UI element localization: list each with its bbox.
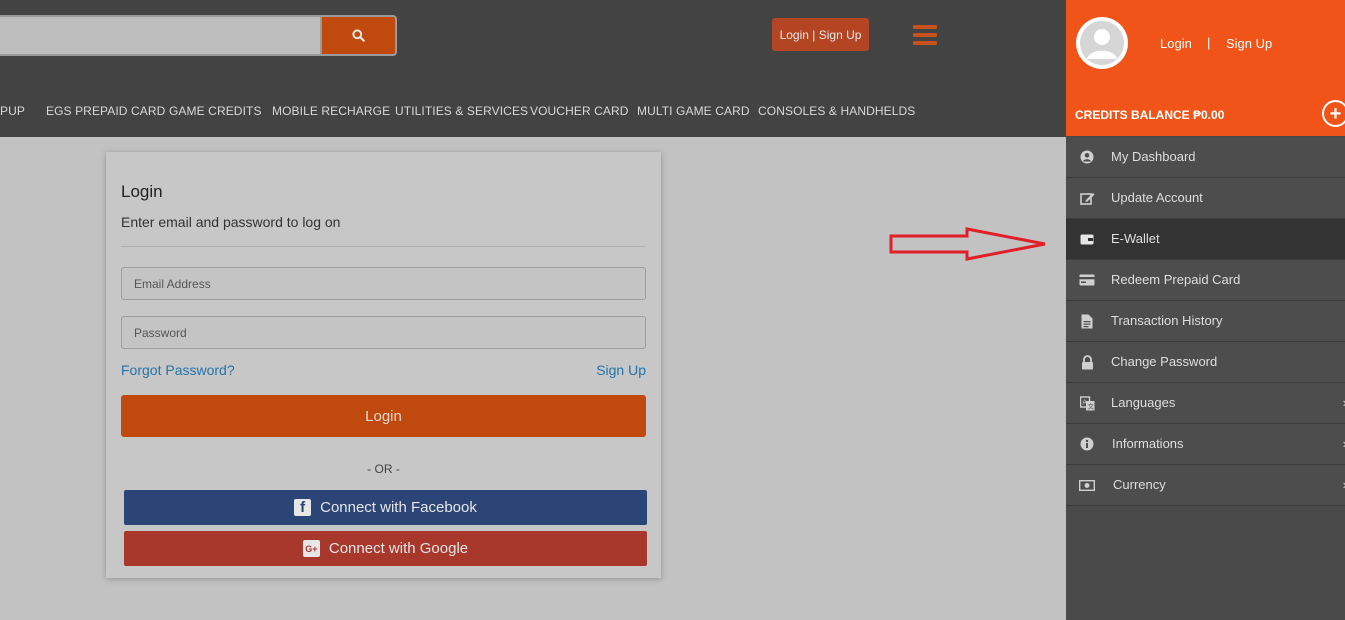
avatar[interactable] [1076, 17, 1128, 69]
menu-item-redeem-prepaid-card[interactable]: Redeem Prepaid Card [1066, 260, 1345, 301]
drawer-header: Login | Sign Up CREDITS BALANCE ₱0.00 + [1066, 0, 1345, 136]
document-icon [1079, 313, 1095, 329]
hamburger-menu-icon[interactable] [913, 25, 937, 45]
nav-item-consoles-handhelds[interactable]: CONSOLES & HANDHELDS [758, 104, 915, 118]
menu-label: E-Wallet [1111, 231, 1160, 246]
or-separator: - OR - [367, 462, 400, 476]
divider [121, 246, 646, 247]
menu-label: Currency [1113, 477, 1166, 492]
google-connect-button[interactable]: G+ Connect with Google [124, 531, 647, 566]
search-icon [352, 29, 365, 42]
menu-item-currency[interactable]: Currency › [1066, 465, 1345, 506]
red-arrow-annotation [889, 227, 1046, 261]
menu-label: Transaction History [1111, 313, 1223, 328]
menu-item-informations[interactable]: Informations › [1066, 424, 1345, 465]
login-button[interactable]: Login [121, 395, 646, 437]
nav-item-mobile-recharge[interactable]: MOBILE RECHARGE [272, 104, 390, 118]
menu-item-transaction-history[interactable]: Transaction History [1066, 301, 1345, 342]
side-drawer: Login | Sign Up CREDITS BALANCE ₱0.00 + … [1066, 0, 1345, 620]
menu-label: Update Account [1111, 190, 1203, 205]
google-plus-icon: G+ [302, 540, 320, 557]
menu-item-e-wallet[interactable]: E-Wallet [1066, 219, 1345, 260]
lock-icon [1079, 354, 1095, 370]
nav-item-egs-prepaid-card[interactable]: EGS PREPAID CARD [46, 104, 165, 118]
login-subtitle: Enter email and password to log on [121, 214, 341, 230]
nav-item-game-credits[interactable]: GAME CREDITS [169, 104, 262, 118]
edit-icon [1079, 190, 1095, 206]
search-input[interactable] [0, 17, 320, 54]
login-signup-button[interactable]: Login | Sign Up [772, 18, 869, 51]
money-icon [1079, 477, 1095, 493]
login-card: Login Enter email and password to log on… [106, 152, 661, 578]
nav-item-multi-game-card[interactable]: MULTI GAME CARD [637, 104, 750, 118]
drawer-separator: | [1207, 35, 1211, 50]
menu-item-change-password[interactable]: Change Password [1066, 342, 1345, 383]
user-circle-icon [1079, 149, 1095, 165]
nav-item-utilities-services[interactable]: UTILITIES & SERVICES [395, 104, 528, 118]
facebook-connect-label: Connect with Facebook [320, 499, 477, 516]
facebook-icon: f [294, 499, 312, 516]
site-header: Login | Sign Up PUP EGS PREPAID CARD GAM… [0, 0, 1066, 137]
credit-card-icon [1079, 272, 1095, 288]
drawer-sign-up-link[interactable]: Sign Up [1226, 36, 1272, 51]
menu-item-languages[interactable]: A文 Languages › [1066, 383, 1345, 424]
menu-label: Change Password [1111, 354, 1218, 369]
plus-icon: + [1329, 102, 1342, 125]
menu-item-my-dashboard[interactable]: My Dashboard [1066, 137, 1345, 178]
credits-balance: CREDITS BALANCE ₱0.00 [1075, 108, 1225, 122]
search-button[interactable] [320, 17, 395, 54]
menu-label: Informations [1112, 436, 1184, 451]
email-field[interactable] [121, 267, 646, 300]
forgot-password-link[interactable]: Forgot Password? [121, 362, 235, 378]
password-field[interactable] [121, 316, 646, 349]
info-icon [1079, 436, 1095, 452]
menu-item-update-account[interactable]: Update Account [1066, 178, 1345, 219]
translate-icon: A文 [1079, 395, 1095, 411]
drawer-login-link[interactable]: Login [1160, 36, 1192, 51]
login-title: Login [121, 182, 163, 201]
drawer-menu: My Dashboard Update Account E-Wallet Red… [1066, 137, 1345, 506]
menu-label: Languages [1111, 395, 1176, 410]
user-avatar-icon [1077, 18, 1127, 68]
wallet-icon [1079, 231, 1095, 247]
facebook-connect-button[interactable]: f Connect with Facebook [124, 490, 647, 525]
svg-text:文: 文 [1087, 401, 1094, 410]
sign-up-link[interactable]: Sign Up [596, 362, 646, 378]
add-credits-button[interactable]: + [1322, 100, 1345, 127]
menu-label: Redeem Prepaid Card [1111, 272, 1241, 287]
menu-label: My Dashboard [1111, 149, 1196, 164]
search-bar [0, 15, 397, 56]
nav-item-voucher-card[interactable]: VOUCHER CARD [530, 104, 629, 118]
nav-item-topup[interactable]: PUP [0, 104, 25, 118]
google-connect-label: Connect with Google [328, 540, 469, 557]
